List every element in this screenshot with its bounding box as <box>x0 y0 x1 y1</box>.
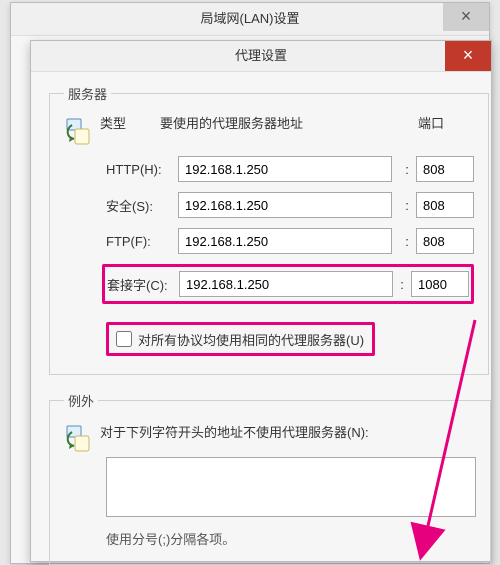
highlight-same-for-all: 对所有协议均使用相同的代理服务器(U) <box>106 322 375 356</box>
input-ftp-port[interactable] <box>416 228 474 254</box>
exceptions-groupbox: 例外 对于下列字符开头的地址不使用代理服务器(N): <box>49 391 491 565</box>
label-secure: 安全(S): <box>106 196 178 215</box>
label-http: HTTP(H): <box>106 162 178 177</box>
colon: : <box>398 234 416 249</box>
input-secure-address[interactable] <box>178 192 392 218</box>
row-ftp: FTP(F): : <box>106 228 474 254</box>
servers-icon <box>64 113 100 150</box>
colon: : <box>398 198 416 213</box>
col-header-port: 端口 <box>418 113 474 132</box>
lan-settings-title: 局域网(LAN)设置 <box>11 3 489 36</box>
proxy-settings-close-button[interactable]: × <box>445 41 491 71</box>
input-ftp-address[interactable] <box>178 228 392 254</box>
label-same-for-all: 对所有协议均使用相同的代理服务器(U) <box>138 330 364 349</box>
colon: : <box>398 162 416 177</box>
input-secure-port[interactable] <box>416 192 474 218</box>
input-http-address[interactable] <box>178 156 392 182</box>
exceptions-label: 对于下列字符开头的地址不使用代理服务器(N): <box>100 422 476 441</box>
row-secure: 安全(S): : <box>106 192 474 218</box>
highlight-socks-row: 套接字(C): : <box>102 264 474 304</box>
proxy-settings-title: 代理设置 <box>31 41 491 72</box>
col-header-type: 类型 <box>100 113 160 132</box>
exceptions-legend: 例外 <box>64 391 98 410</box>
servers-groupbox: 服务器 类型 要使用的代理服务器地址 <box>49 84 489 375</box>
col-header-address: 要使用的代理服务器地址 <box>160 113 418 132</box>
servers-legend: 服务器 <box>64 84 111 103</box>
proxy-settings-dialog: 代理设置 × 服务器 <box>30 40 492 562</box>
label-ftp: FTP(F): <box>106 234 178 249</box>
textarea-exceptions[interactable] <box>106 457 476 517</box>
checkbox-same-for-all[interactable] <box>116 331 132 347</box>
exceptions-hint: 使用分号(;)分隔各项。 <box>106 529 476 548</box>
exceptions-icon <box>64 420 100 457</box>
row-http: HTTP(H): : <box>106 156 474 182</box>
input-http-port[interactable] <box>416 156 474 182</box>
input-socks-address[interactable] <box>179 271 393 297</box>
input-socks-port[interactable] <box>411 271 469 297</box>
label-socks: 套接字(C): <box>107 275 179 294</box>
colon: : <box>393 277 411 292</box>
lan-settings-close-button[interactable]: × <box>443 3 489 31</box>
